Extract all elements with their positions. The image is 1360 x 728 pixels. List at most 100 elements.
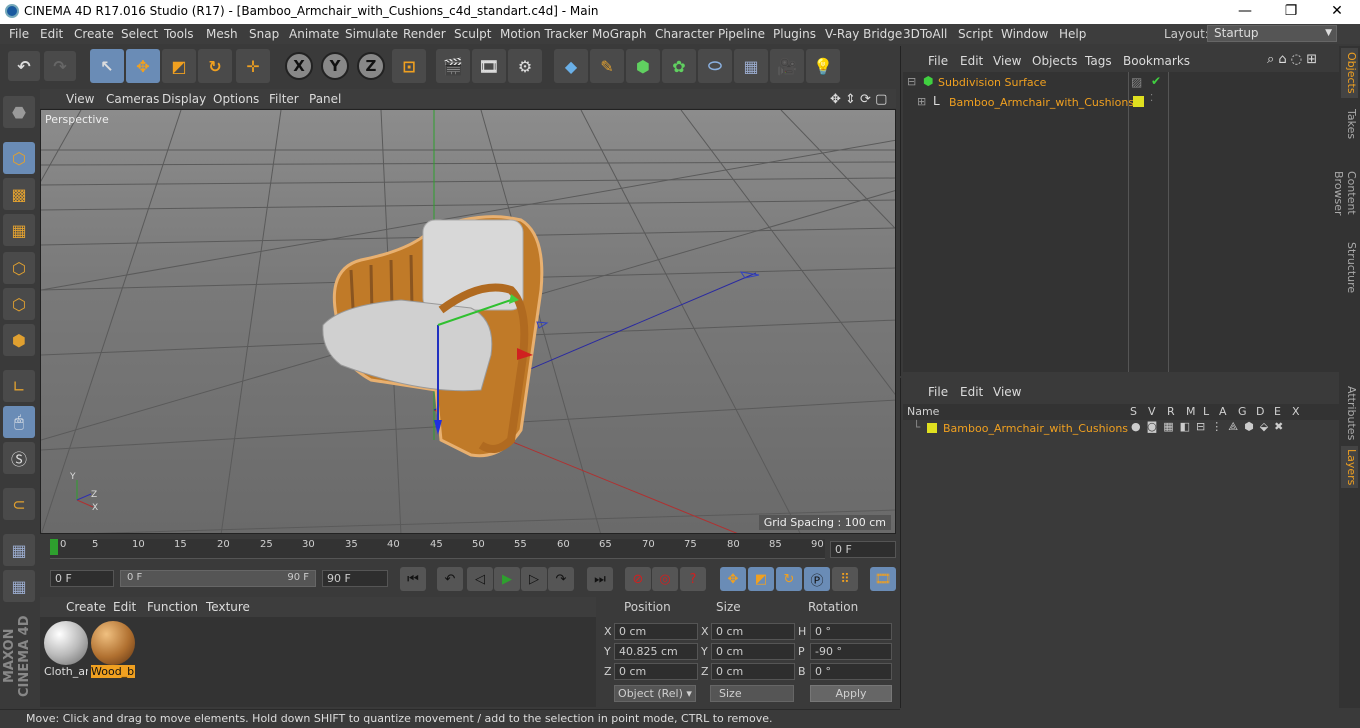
material-menu-texture[interactable]: Texture <box>206 600 250 614</box>
object-row-armchair[interactable]: ⊞ L Bamboo_Armchair_with_Cushions ⁚ <box>903 92 1339 112</box>
subdivision-surface-icon[interactable]: ⬢ <box>626 49 660 83</box>
layer-color-icon[interactable] <box>1133 96 1144 107</box>
viewport-menu-filter[interactable]: Filter <box>269 92 299 106</box>
prev-key-icon[interactable]: ↶ <box>437 567 463 591</box>
menu-snap[interactable]: Snap <box>249 27 279 41</box>
key-rotation-icon[interactable]: ↻ <box>776 567 802 591</box>
x-axis-lock-button[interactable]: X <box>285 52 313 80</box>
3d-viewport[interactable]: Y X Z Perspective Grid Spacing : 100 cm <box>40 109 896 534</box>
points-mode-icon[interactable]: ⬡ <box>3 252 35 284</box>
polygons-mode-icon[interactable]: ⬢ <box>3 324 35 356</box>
cube-primitive-icon[interactable]: ◆ <box>554 49 588 83</box>
next-frame-icon[interactable]: ▷ <box>521 567 547 591</box>
menu-create[interactable]: Create <box>74 27 114 41</box>
menu-character[interactable]: Character <box>655 27 714 41</box>
objects-menu-tags[interactable]: Tags <box>1085 54 1112 68</box>
objects-menu-bookmarks[interactable]: Bookmarks <box>1123 54 1190 68</box>
viewport-menu-options[interactable]: Options <box>213 92 259 106</box>
keyframe-selection-icon[interactable]: ? <box>680 567 706 591</box>
render-picture-viewer-icon[interactable]: 🎞 <box>472 49 506 83</box>
size-mode-select[interactable]: Size <box>710 685 794 702</box>
menu-help[interactable]: Help <box>1059 27 1086 41</box>
go-to-start-icon[interactable]: ⏮ <box>400 567 426 591</box>
material-swatch-cloth[interactable] <box>44 621 88 665</box>
viewport-menu-display[interactable]: Display <box>162 92 206 106</box>
y-axis-lock-button[interactable]: Y <box>321 52 349 80</box>
undo-icon[interactable]: ↶ <box>8 51 40 81</box>
end-frame-field[interactable]: 90 F <box>322 570 388 587</box>
pos-y-field[interactable]: 40.825 cm <box>614 643 698 660</box>
material-swatch-wood[interactable] <box>91 621 135 665</box>
objects-menu-view[interactable]: View <box>993 54 1021 68</box>
axis-mode-icon[interactable]: ∟ <box>3 370 35 402</box>
maximize-button[interactable]: ❐ <box>1268 0 1314 24</box>
close-button[interactable]: ✕ <box>1314 0 1360 24</box>
solo-mode-icon[interactable]: Ⓢ <box>3 442 35 474</box>
size-x-field[interactable]: 0 cm <box>711 623 795 640</box>
record-icon[interactable]: ⊘ <box>625 567 651 591</box>
tab-layers[interactable]: Layers <box>1341 446 1358 488</box>
visibility-dots-icon[interactable]: ⁚ <box>1150 93 1153 104</box>
layer-color-icon[interactable] <box>927 423 937 433</box>
frame-range-slider[interactable]: 0 F 90 F <box>120 570 316 587</box>
apply-button[interactable]: Apply <box>810 685 892 702</box>
workplane-mode-icon[interactable]: ▦ <box>3 214 35 246</box>
objects-menu-file[interactable]: File <box>928 54 948 68</box>
layers-menu-edit[interactable]: Edit <box>960 385 983 399</box>
locked-workplane-icon[interactable]: ▦ <box>3 570 35 602</box>
start-frame-field[interactable]: 0 F <box>50 570 114 587</box>
menu-vray-bridge[interactable]: V-Ray Bridge <box>825 27 902 41</box>
layer-row[interactable]: └ Bamboo_Armchair_with_Cushions ●◙▦◧⊟⋮⟁⬢… <box>903 420 1339 436</box>
menu-motion-tracker[interactable]: Motion Tracker <box>500 27 588 41</box>
recent-tools-icon[interactable]: ✛ <box>236 49 270 83</box>
checkmark-icon[interactable]: ✔ <box>1151 74 1161 88</box>
move-tool-icon[interactable]: ✥ <box>126 49 160 83</box>
go-to-end-icon[interactable]: ⏭ <box>587 567 613 591</box>
pos-x-field[interactable]: 0 cm <box>614 623 698 640</box>
rotate-tool-icon[interactable]: ↻ <box>198 49 232 83</box>
layer-tag-icon[interactable]: ▨ <box>1131 75 1142 89</box>
menu-edit[interactable]: Edit <box>40 27 63 41</box>
menu-tools[interactable]: Tools <box>164 27 194 41</box>
auto-key-icon[interactable]: ◎ <box>652 567 678 591</box>
objects-menu-edit[interactable]: Edit <box>960 54 983 68</box>
objects-menu-objects[interactable]: Objects <box>1032 54 1077 68</box>
render-view-icon[interactable]: 🎬 <box>436 49 470 83</box>
size-y-field[interactable]: 0 cm <box>711 643 795 660</box>
play-icon[interactable]: ▶ <box>494 567 520 591</box>
floor-icon[interactable]: ▦ <box>734 49 768 83</box>
object-row-subdivision[interactable]: ⊟ ⬢ Subdivision Surface ▨ ✔ <box>903 72 1339 92</box>
menu-sculpt[interactable]: Sculpt <box>454 27 491 41</box>
menu-pipeline[interactable]: Pipeline <box>718 27 765 41</box>
menu-3dtoall[interactable]: 3DToAll <box>903 27 947 41</box>
tab-takes[interactable]: Takes <box>1341 104 1358 144</box>
deformer-icon[interactable]: ⬭ <box>698 49 732 83</box>
coordinate-mode-select[interactable]: Object (Rel) ▾ <box>614 685 696 702</box>
timeline-window-icon[interactable]: 🎞 <box>870 567 896 591</box>
material-menu-create[interactable]: Create <box>66 600 106 614</box>
minimize-button[interactable]: — <box>1222 0 1268 24</box>
tweak-mode-icon[interactable]: 🖱 <box>3 406 35 438</box>
tab-content-browser[interactable]: Content Browser <box>1332 148 1358 238</box>
camera-icon[interactable]: 🎥 <box>770 49 804 83</box>
menu-select[interactable]: Select <box>121 27 158 41</box>
light-icon[interactable]: 💡 <box>806 49 840 83</box>
menu-file[interactable]: File <box>9 27 29 41</box>
pos-z-field[interactable]: 0 cm <box>614 663 698 680</box>
bamboo-armchair-model[interactable] <box>322 215 544 458</box>
menu-script[interactable]: Script <box>958 27 993 41</box>
model-mode-icon[interactable]: ⬡ <box>3 142 35 174</box>
edges-mode-icon[interactable]: ⬡ <box>3 288 35 320</box>
menu-window[interactable]: Window <box>1001 27 1048 41</box>
render-settings-icon[interactable]: ⚙ <box>508 49 542 83</box>
viewport-navigation-icon[interactable]: ✥ ⇕ ⟳ ▢ <box>830 92 887 107</box>
viewport-menu-cameras[interactable]: Cameras <box>106 92 159 106</box>
menu-mograph[interactable]: MoGraph <box>592 27 647 41</box>
material-menu-function[interactable]: Function <box>147 600 198 614</box>
tab-attributes[interactable]: Attributes <box>1341 384 1358 442</box>
viewport-menu-panel[interactable]: Panel <box>309 92 341 106</box>
live-selection-icon[interactable]: ↖ <box>90 49 124 83</box>
menu-animate[interactable]: Animate <box>289 27 339 41</box>
redo-icon[interactable]: ↷ <box>44 51 76 81</box>
layers-menu-file[interactable]: File <box>928 385 948 399</box>
